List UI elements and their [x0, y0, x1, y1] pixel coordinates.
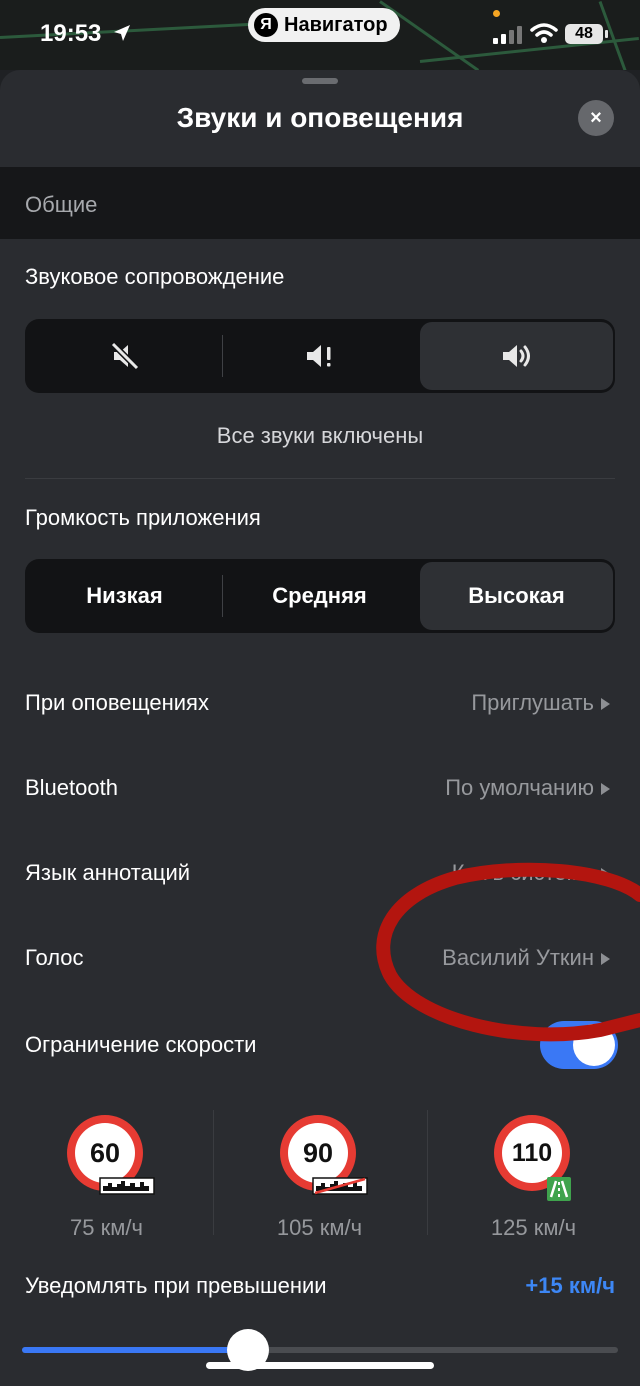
app-volume-label: Громкость приложения: [25, 505, 261, 530]
row-label: Bluetooth: [25, 775, 118, 800]
row-label: При оповещениях: [25, 690, 209, 715]
speed-limit-city[interactable]: 60 75 км/ч: [0, 1115, 213, 1255]
sound-mode-mute[interactable]: [28, 322, 221, 390]
signal-icon: [493, 26, 523, 44]
speed-limit-outside-city[interactable]: 90 105 км/ч: [213, 1115, 426, 1255]
row-value: Приглушать: [471, 690, 594, 715]
sounds-settings-sheet: Звуки и оповещения × Общие Звуковое сопр…: [0, 70, 640, 1386]
exceed-notify-label: Уведомлять при превышении: [25, 1273, 327, 1298]
chevron-right-icon: [601, 783, 610, 795]
city-road-icon: [99, 1177, 155, 1195]
outside-city-road-icon: [312, 1177, 368, 1195]
row-label: Голос: [25, 945, 84, 970]
location-arrow-icon: [114, 25, 130, 41]
app-name: Навигатор: [284, 13, 388, 36]
toggle-knob: [573, 1024, 615, 1066]
speed-sign-value: 90: [288, 1123, 348, 1183]
speed-limit-highway[interactable]: 110 125 км/ч: [427, 1115, 640, 1255]
row-value: Василий Уткин: [442, 945, 594, 970]
close-icon: ×: [590, 106, 602, 129]
mute-icon: [110, 341, 139, 371]
row-value: Как в системе: [451, 860, 594, 885]
home-indicator: [206, 1362, 434, 1369]
sound-mode-alerts[interactable]: [223, 322, 416, 390]
close-button[interactable]: ×: [578, 100, 614, 136]
map-road: [598, 0, 633, 70]
volume-option-low[interactable]: Низкая: [28, 562, 221, 630]
row-value: По умолчанию: [445, 775, 594, 800]
slider-fill: [22, 1347, 249, 1353]
exceed-threshold-slider[interactable]: [22, 1329, 618, 1371]
all-sounds-icon: [502, 345, 530, 367]
highway-icon: [547, 1177, 571, 1201]
exceed-notify-value: +15 км/ч: [525, 1273, 615, 1298]
alerts-only-icon: [306, 345, 330, 367]
sound-mode-selector: [25, 319, 615, 393]
speed-alert-value: 105 км/ч: [276, 1215, 363, 1240]
battery-icon: 48: [565, 24, 603, 44]
battery-tip: [605, 30, 608, 38]
wifi-icon: [530, 23, 558, 43]
volume-option-medium[interactable]: Средняя: [223, 562, 416, 630]
sound-guidance-label: Звуковое сопровождение: [25, 264, 285, 289]
back-to-app-pill[interactable]: Я Навигатор: [248, 8, 400, 42]
row-label: Язык аннотаций: [25, 860, 191, 885]
sound-mode-all[interactable]: [420, 322, 613, 390]
speed-sign-value: 60: [75, 1123, 135, 1183]
chevron-right-icon: [601, 868, 610, 880]
sheet-grabber[interactable]: [302, 78, 338, 84]
volume-option-high[interactable]: Высокая: [420, 562, 613, 630]
status-bar: 19:53 Я Навигатор 48: [0, 0, 640, 70]
section-title: Общие: [25, 192, 98, 217]
speed-limit-toggle[interactable]: [540, 1021, 618, 1069]
speed-alert-value: 125 км/ч: [490, 1215, 577, 1240]
sheet-title: Звуки и оповещения: [176, 102, 464, 133]
chevron-right-icon: [601, 953, 610, 965]
speed-limit-label: Ограничение скорости: [25, 1032, 257, 1057]
sound-mode-caption: Все звуки включены: [216, 423, 424, 448]
app-volume-selector: Низкая Средняя Высокая: [25, 559, 615, 633]
yandex-logo: Я: [254, 13, 278, 37]
speed-sign-value: 110: [502, 1123, 562, 1183]
mic-indicator-dot: [493, 10, 500, 17]
speed-alert-value: 75 км/ч: [70, 1215, 143, 1240]
chevron-right-icon: [601, 698, 610, 710]
battery-level: 48: [575, 25, 593, 42]
divider: [25, 478, 615, 479]
status-time: 19:53: [40, 20, 102, 47]
section-header-general: Общие: [0, 167, 640, 239]
